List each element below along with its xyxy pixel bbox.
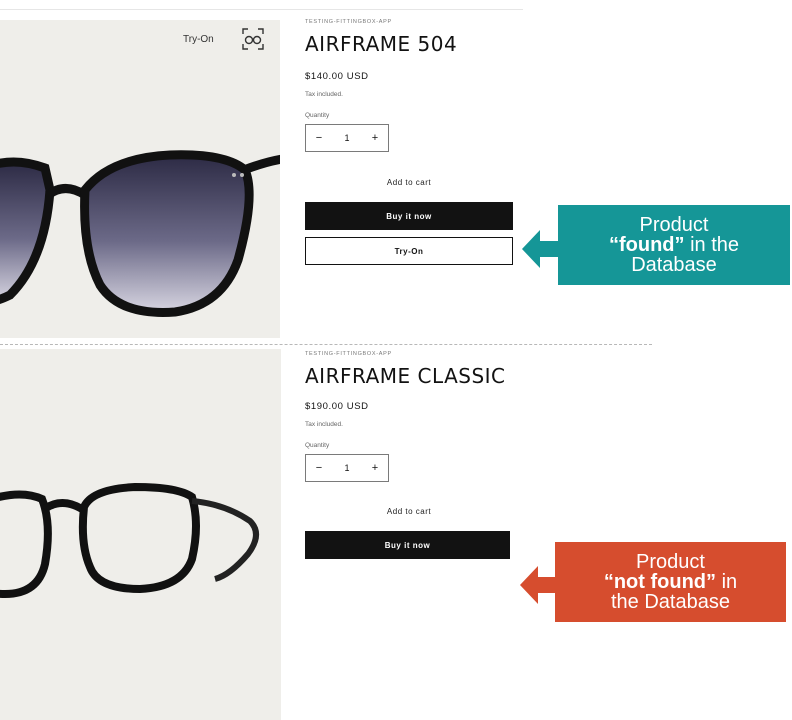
- product-price: $140.00 USD: [305, 71, 369, 82]
- eyeglasses-image: [0, 482, 259, 599]
- glasses-scan-icon[interactable]: [241, 27, 265, 51]
- callout-product-found: Product “found” in the Database: [558, 205, 790, 285]
- quantity-decrease-button[interactable]: −: [306, 132, 332, 144]
- callout-line-1: Product: [639, 214, 709, 236]
- product-vendor: TESTING-FITTINGBOX-APP: [305, 351, 392, 357]
- product-title: AIRFRAME CLASSIC: [305, 364, 506, 388]
- callout-line-2-rest: in the: [684, 234, 739, 256]
- product-price: $190.00 USD: [305, 401, 369, 412]
- add-to-cart-button[interactable]: Add to cart: [305, 178, 513, 187]
- callout-line-2-bold: “not found”: [603, 571, 717, 593]
- quantity-increase-button[interactable]: +: [362, 132, 388, 144]
- try-on-button[interactable]: Try-On: [305, 237, 513, 265]
- product-vendor: TESTING-FITTINGBOX-APP: [305, 19, 392, 25]
- buy-now-button[interactable]: Buy it now: [305, 202, 513, 230]
- quantity-increase-button[interactable]: +: [362, 462, 388, 474]
- quantity-label: Quantity: [305, 112, 330, 119]
- callout-arrow-found: [522, 230, 558, 268]
- top-divider: [0, 9, 523, 10]
- callout-line-3: the Database: [611, 591, 730, 613]
- product-title: AIRFRAME 504: [305, 32, 458, 56]
- sunglasses-image: [0, 150, 280, 317]
- buy-now-button[interactable]: Buy it now: [305, 531, 510, 559]
- callout-line-1: Product: [636, 551, 705, 573]
- add-to-cart-button[interactable]: Add to cart: [305, 507, 513, 516]
- quantity-stepper[interactable]: − 1 +: [305, 124, 389, 152]
- tax-note: Tax included.: [305, 421, 343, 428]
- quantity-decrease-button[interactable]: −: [306, 462, 332, 474]
- quantity-value[interactable]: 1: [334, 463, 360, 473]
- callout-line-2: “found” in the: [558, 235, 790, 255]
- product-image-eyeglasses: [0, 349, 281, 720]
- dashed-separator: [0, 344, 652, 345]
- callout-arrow-not-found: [520, 566, 556, 604]
- callout-product-not-found: Product “not found” in the Database: [555, 542, 786, 622]
- quantity-label: Quantity: [305, 442, 330, 449]
- callout-line-2-rest: in: [716, 571, 738, 593]
- callout-line-3: Database: [631, 254, 717, 276]
- product-image-sunglasses: [0, 20, 280, 338]
- quantity-stepper[interactable]: − 1 +: [305, 454, 389, 482]
- callout-line-2: “not found” in: [555, 572, 786, 592]
- quantity-value[interactable]: 1: [334, 133, 360, 143]
- tax-note: Tax included.: [305, 91, 343, 98]
- callout-line-2-bold: “found”: [608, 234, 685, 256]
- media-try-on-label[interactable]: Try-On: [183, 34, 214, 45]
